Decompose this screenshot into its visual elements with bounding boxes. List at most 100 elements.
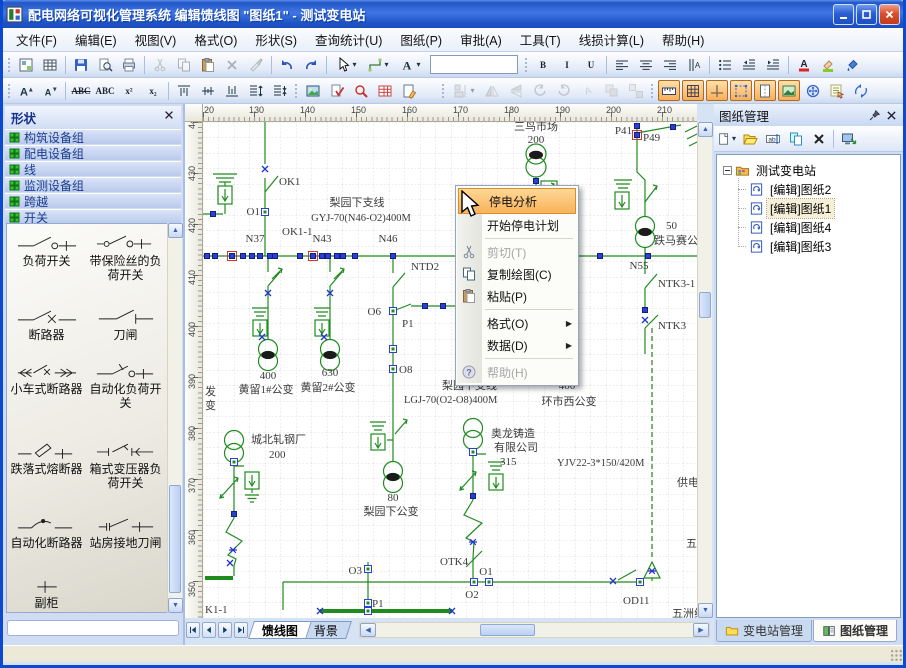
style-combo[interactable] — [430, 55, 518, 74]
menu-7[interactable]: 审批(A) — [451, 27, 511, 52]
pin-icon[interactable] — [868, 109, 881, 122]
shape-item-station-ground-knife[interactable]: 站房接地刀闸 — [86, 514, 165, 574]
shape-item-circuit-breaker[interactable]: 断路器 — [7, 306, 86, 360]
menu-6[interactable]: 图纸(P) — [391, 27, 451, 52]
menu-9[interactable]: 线损计算(L) — [570, 27, 653, 52]
insert-picture-button[interactable] — [302, 80, 324, 101]
shape-group-1[interactable]: 配电设备组 — [5, 145, 181, 160]
align-left-button[interactable] — [611, 54, 633, 75]
maximize-button[interactable] — [856, 4, 877, 25]
superscript-button[interactable]: x² — [118, 80, 140, 101]
font-increase-button[interactable]: A — [15, 80, 37, 101]
sheet-tree-item-2[interactable]: [编辑]图纸4 — [730, 218, 900, 237]
paste-button[interactable] — [197, 54, 219, 75]
canvas-horizontal-scrollbar[interactable]: ◀ ▶ — [359, 622, 710, 638]
strikethrough-button[interactable]: ABC — [70, 80, 92, 101]
scrollbar-thumb[interactable] — [480, 624, 535, 636]
context-menu-item-4[interactable]: 复制绘图(C) — [457, 263, 577, 285]
toolbar-grip[interactable] — [523, 56, 528, 74]
toolbar-grip[interactable] — [440, 82, 445, 100]
scroll-right-icon[interactable]: ▶ — [693, 623, 709, 637]
new-diagram-button[interactable] — [15, 54, 37, 75]
align-middle-button[interactable] — [197, 80, 219, 101]
shape-item-auto-load-switch[interactable]: 自动化负荷开关 — [86, 360, 165, 440]
shape-item-load-switch[interactable]: 负荷开关 — [7, 232, 86, 306]
shapes-scrollbar[interactable]: ▲ ▼ — [167, 223, 182, 613]
shape-group-0[interactable]: 构筑设备组 — [5, 129, 181, 144]
shape-item-auto-breaker[interactable]: 自动化断路器 — [7, 514, 86, 574]
canvas-tab-0[interactable]: 馈线图 — [248, 621, 312, 639]
shape-item-side-cabinet[interactable]: 副柜 — [7, 574, 86, 613]
check-diagram-button[interactable] — [326, 80, 348, 101]
first-page-button[interactable] — [186, 622, 200, 638]
subscript-button[interactable]: x₂ — [142, 80, 164, 101]
scroll-up-icon[interactable]: ▲ — [168, 223, 183, 238]
open-sheet-button[interactable] — [739, 128, 760, 149]
diagram-canvas[interactable]: 三鸟市场200P41P49OK1O1OK1-1梨园下支线GYJ-70(N46-O… — [203, 122, 697, 618]
toolbar-grip[interactable] — [649, 82, 654, 100]
last-page-button[interactable] — [234, 622, 248, 638]
toolbar-grip[interactable] — [6, 56, 11, 74]
shape-group-4[interactable]: 跨越 — [5, 193, 181, 208]
context-menu-item-8[interactable]: 数据(D)▶ — [457, 334, 577, 356]
properties-button[interactable] — [826, 80, 848, 101]
spacing-increase-button[interactable] — [245, 80, 267, 101]
shape-item-box-transformer-load-switch[interactable]: 箱式变压器负荷开关 — [86, 440, 165, 514]
highlight-color-button[interactable] — [817, 54, 839, 75]
context-menu-item-7[interactable]: 格式(O)▶ — [457, 312, 577, 334]
page-breaks-toggle-button[interactable] — [754, 80, 776, 101]
menu-5[interactable]: 查询统计(U) — [306, 27, 391, 52]
shape-item-knife-switch[interactable]: 刀闸 — [86, 306, 165, 360]
context-menu-item-5[interactable]: 粘贴(P) — [457, 285, 577, 307]
print-preview-button[interactable] — [94, 54, 116, 75]
spacing-decrease-button[interactable] — [269, 80, 291, 101]
shape-group-2[interactable]: 线 — [5, 161, 181, 176]
collapse-icon[interactable] — [723, 166, 732, 175]
menu-8[interactable]: 工具(T) — [511, 27, 570, 52]
previous-page-button[interactable] — [202, 622, 216, 638]
scroll-up-icon[interactable]: ▲ — [698, 122, 713, 137]
sheet-tree-item-0[interactable]: [编辑]图纸2 — [730, 180, 900, 199]
connection-points-toggle-button[interactable] — [730, 80, 752, 101]
redo-button[interactable] — [300, 54, 322, 75]
close-icon[interactable] — [885, 109, 898, 122]
panel-tab-1[interactable]: 图纸管理 — [813, 620, 897, 642]
shapes-panel-close-button[interactable] — [163, 108, 175, 126]
indent-increase-button[interactable] — [762, 54, 784, 75]
character-style-button[interactable]: ABC — [94, 80, 116, 101]
shape-group-5[interactable]: 开关 — [5, 209, 181, 224]
menu-2[interactable]: 视图(V) — [126, 27, 186, 52]
minimize-button[interactable] — [833, 4, 854, 25]
print-button[interactable] — [118, 54, 140, 75]
undo-button[interactable] — [276, 54, 298, 75]
align-right-button[interactable] — [659, 54, 681, 75]
guides-toggle-button[interactable] — [706, 80, 728, 101]
menu-0[interactable]: 文件(F) — [7, 27, 66, 52]
bold-button[interactable]: B — [532, 54, 554, 75]
pointer-tool-button[interactable]: ▾ — [331, 54, 361, 75]
delete-sheet-button[interactable] — [808, 128, 829, 149]
rename-sheet-button[interactable]: ab — [762, 128, 783, 149]
align-bottom-button[interactable] — [221, 80, 243, 101]
sheet-tree-item-3[interactable]: [编辑]图纸3 — [730, 237, 900, 256]
align-top-button[interactable] — [173, 80, 195, 101]
close-button[interactable] — [879, 4, 900, 25]
style-combo-input[interactable] — [431, 58, 517, 75]
text-direction-button[interactable]: A — [683, 54, 705, 75]
fill-color-button[interactable] — [841, 54, 863, 75]
canvas-vertical-scrollbar[interactable]: ▲ ▼ — [697, 122, 712, 618]
panel-tab-0[interactable]: 变电站管理 — [716, 620, 812, 642]
connector-tool-button[interactable]: ▾ — [363, 54, 393, 75]
background-toggle-button[interactable] — [778, 80, 800, 101]
font-tool-button[interactable]: A▾ — [395, 54, 425, 75]
resize-grip[interactable] — [889, 648, 902, 661]
scroll-down-icon[interactable]: ▼ — [698, 603, 713, 618]
copy-sheet-button[interactable] — [785, 128, 806, 149]
new-sheet-button[interactable]: ▾ — [716, 128, 737, 149]
report-table-button[interactable] — [374, 80, 396, 101]
save-button[interactable] — [70, 54, 92, 75]
font-color-button[interactable]: A — [793, 54, 815, 75]
shape-item-drop-fuse[interactable]: 跌落式熔断器 — [7, 440, 86, 514]
align-center-button[interactable] — [635, 54, 657, 75]
menu-4[interactable]: 形状(S) — [246, 27, 306, 52]
